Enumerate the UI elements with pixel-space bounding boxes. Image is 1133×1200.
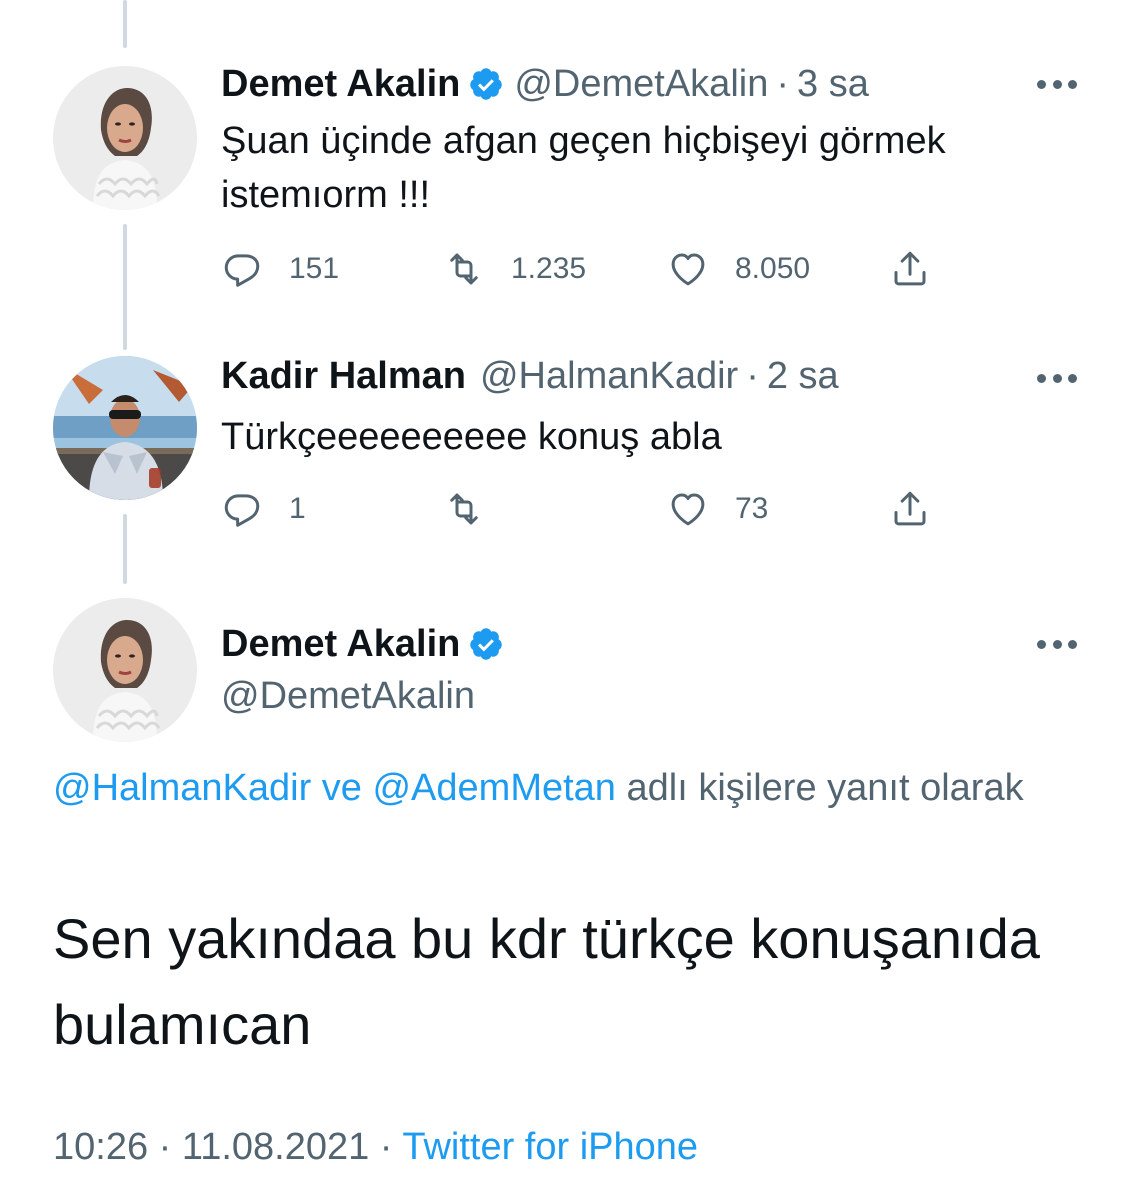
reply-icon <box>224 254 260 287</box>
tweet-text: Şuan üçinde afgan geçen hiçbişeyi görmek… <box>221 120 946 216</box>
like-button[interactable]: 73 <box>667 484 768 534</box>
tweet-text: Türkçeeeeeeeeee konuş abla <box>221 416 722 458</box>
tweet-meta: 10:26 · 11.08.2021 · Twitter for iPhone <box>53 1122 698 1172</box>
meta-separator: · <box>148 1126 182 1168</box>
mention-link[interactable]: @HalmanKadir <box>53 767 311 809</box>
retweet-icon <box>450 493 478 525</box>
like-count: 73 <box>735 492 769 525</box>
share-icon <box>894 491 926 526</box>
tweet-time[interactable]: 3 sa <box>797 62 869 106</box>
thread-line-top <box>123 0 127 48</box>
reply-context-and: ve <box>311 767 373 809</box>
meta-separator: · <box>369 1126 403 1168</box>
separator: · <box>776 63 789 105</box>
tweet-actions: 1 73 <box>221 484 941 534</box>
tweet-time[interactable]: 10:26 <box>53 1126 148 1168</box>
heart-icon <box>671 493 705 526</box>
more-icon[interactable] <box>1037 372 1077 384</box>
share-button[interactable] <box>889 484 931 534</box>
author-name[interactable]: Demet Akalin <box>221 62 460 106</box>
tweet-header: Kadir Halman @HalmanKadir · 2 sa <box>221 354 839 398</box>
thread-line-1 <box>123 224 127 350</box>
verified-badge-icon <box>468 626 504 662</box>
separator: · <box>746 355 759 397</box>
retweet-icon <box>450 253 478 285</box>
verified-badge-icon <box>468 66 504 102</box>
share-button[interactable] <box>889 244 931 294</box>
reply-icon <box>224 494 260 527</box>
main-tweet-handle-row: @DemetAkalin <box>221 674 475 718</box>
reply-count: 1 <box>289 492 306 525</box>
tweet-date[interactable]: 11.08.2021 <box>182 1126 369 1168</box>
reply-button[interactable]: 151 <box>221 244 339 294</box>
tweet-time[interactable]: 2 sa <box>767 354 839 398</box>
main-tweet-text: Sen yakındaa bu kdr türkçe konuşanıda bu… <box>53 907 1040 1056</box>
retweet-button[interactable] <box>443 484 511 534</box>
retweet-button[interactable]: 1.235 <box>443 244 586 294</box>
main-tweet-header: Demet Akalin <box>221 622 514 666</box>
mention-link[interactable]: @AdemMetan <box>372 767 615 809</box>
avatar[interactable] <box>53 66 197 210</box>
reply-count: 151 <box>289 252 340 285</box>
author-name[interactable]: Kadir Halman <box>221 354 466 398</box>
heart-icon <box>671 253 705 286</box>
tweet-header: Demet Akalin @DemetAkalin · 3 sa <box>221 62 869 106</box>
author-name[interactable]: Demet Akalin <box>221 622 460 666</box>
more-icon[interactable] <box>1037 78 1077 90</box>
avatar[interactable] <box>53 598 197 742</box>
tweet-actions: 151 1.235 8.050 <box>221 244 941 294</box>
retweet-count: 1.235 <box>511 252 587 285</box>
reply-button[interactable]: 1 <box>221 484 306 534</box>
author-handle[interactable]: @HalmanKadir <box>480 354 738 398</box>
like-button[interactable]: 8.050 <box>667 244 810 294</box>
thread-line-2 <box>123 514 127 584</box>
share-icon <box>894 251 926 286</box>
like-count: 8.050 <box>735 252 811 285</box>
author-handle[interactable]: @DemetAkalin <box>514 62 768 106</box>
more-icon[interactable] <box>1037 638 1077 650</box>
author-handle[interactable]: @DemetAkalin <box>221 674 475 718</box>
reply-context-suffix: adlı kişilere yanıt olarak <box>615 767 1024 809</box>
tweet-source-link[interactable]: Twitter for iPhone <box>402 1126 698 1168</box>
avatar[interactable] <box>53 356 197 500</box>
reply-context: @HalmanKadir ve @AdemMetan adlı kişilere… <box>53 762 1053 814</box>
